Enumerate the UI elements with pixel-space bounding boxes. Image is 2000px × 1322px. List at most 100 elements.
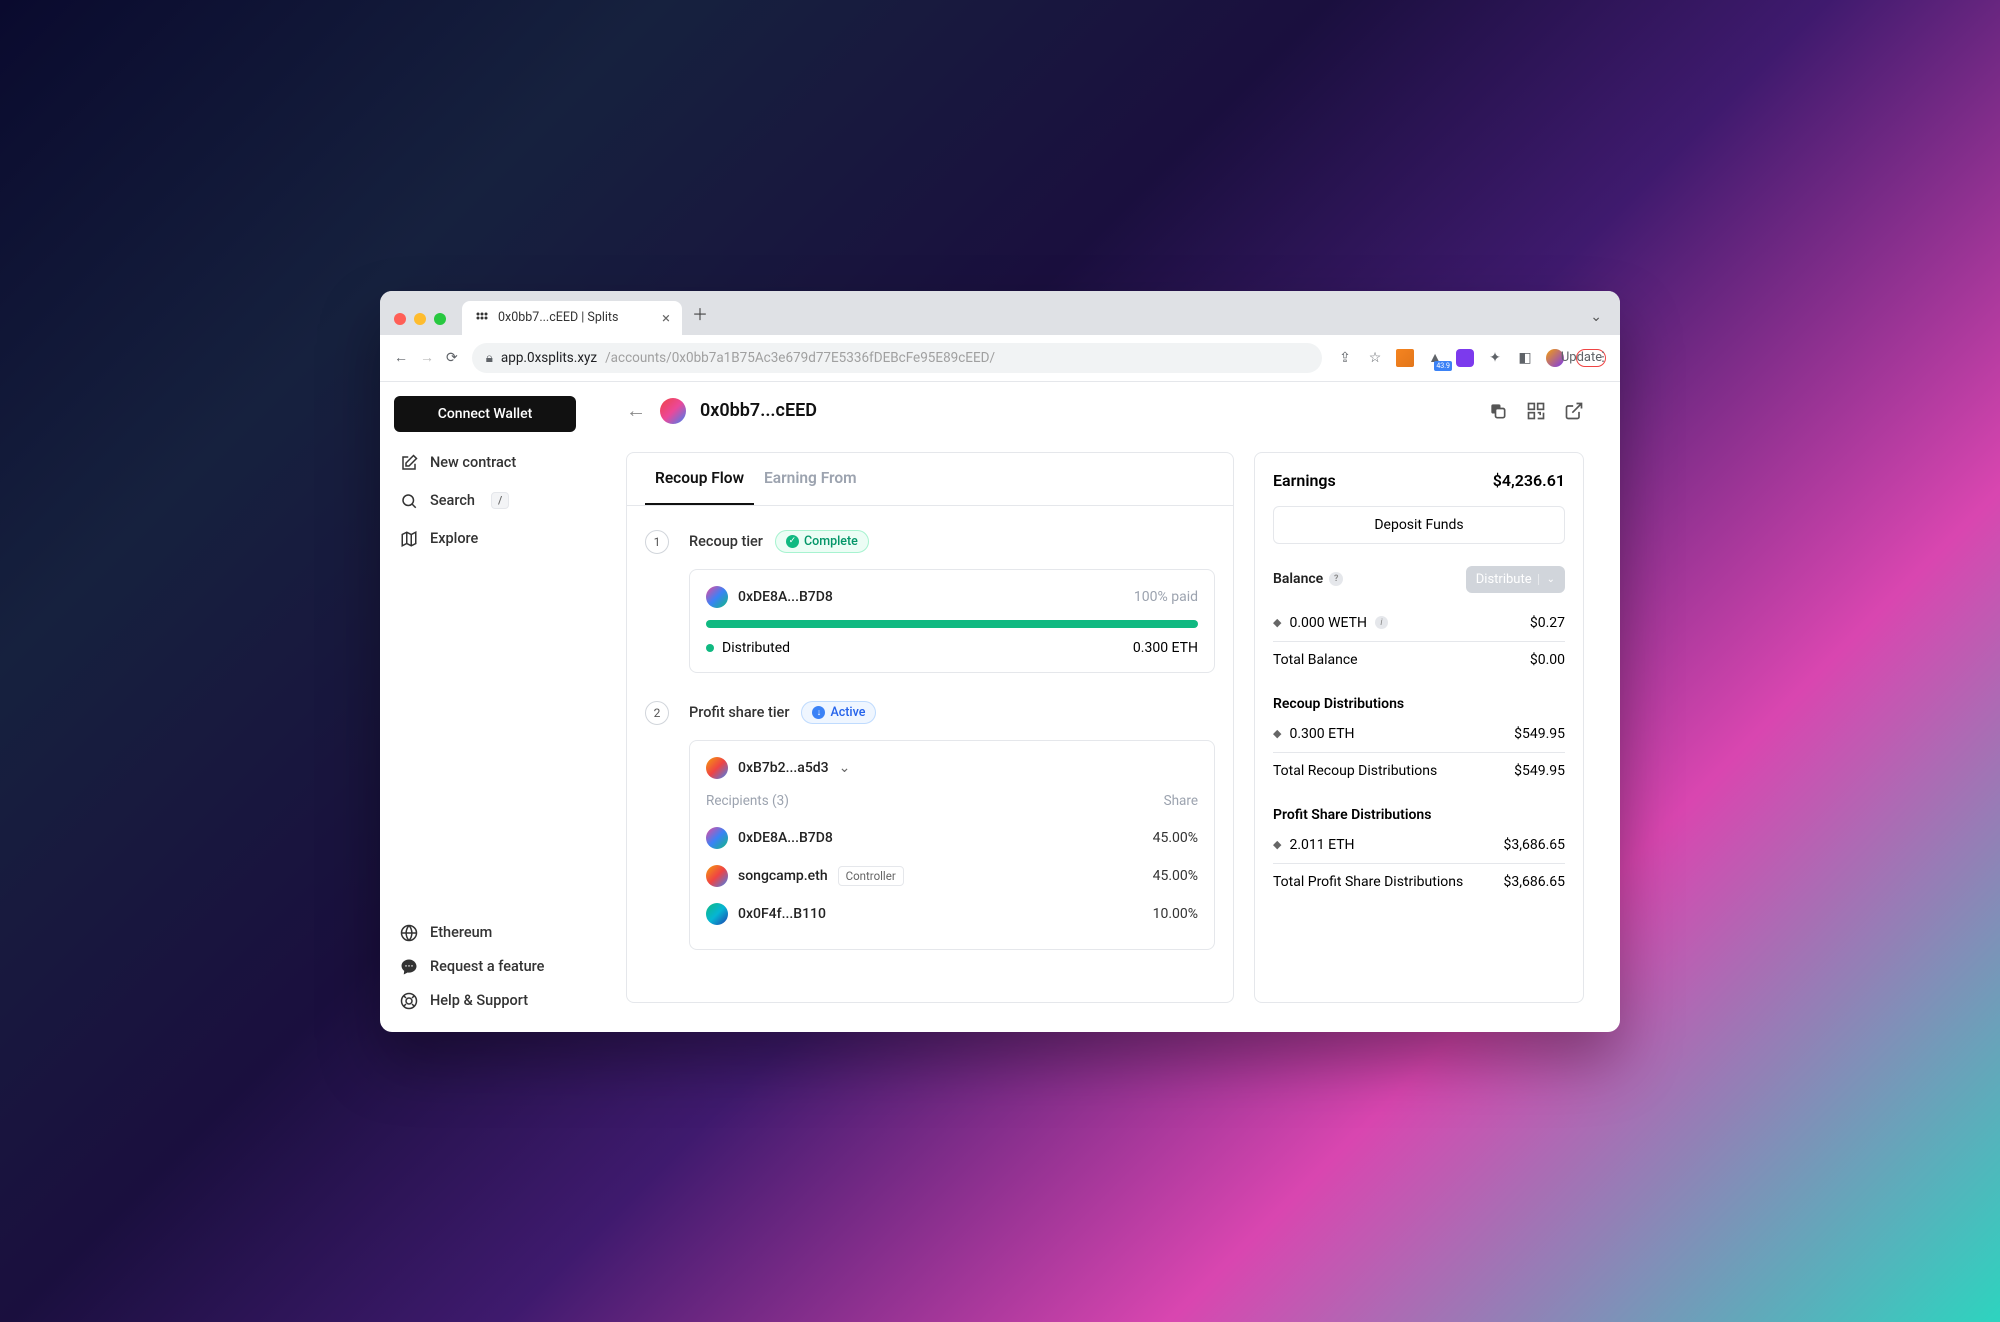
recoup-distributions-title: Recoup Distributions: [1273, 696, 1565, 712]
recoup-eth-row: ◆0.300 ETH $549.95: [1273, 716, 1565, 753]
new-tab-button[interactable]: ＋: [692, 301, 708, 335]
extension-icons: ⇪ ☆ ▲ ✦ ◧ Update ⋮: [1336, 349, 1606, 367]
close-tab-icon[interactable]: ×: [662, 309, 670, 327]
controller-badge: Controller: [838, 866, 904, 886]
share-label: Share: [1164, 793, 1198, 809]
panel-icon[interactable]: ◧: [1516, 349, 1534, 367]
eth-icon: ◆: [1273, 838, 1281, 851]
distribute-button[interactable]: Distribute ⌄: [1466, 566, 1565, 593]
balance-row: ◆0.000 WETHi $0.27: [1273, 605, 1565, 642]
nav-controls: ← → ⟳: [394, 349, 458, 366]
tier-number: 2: [645, 701, 669, 725]
window-controls: [394, 313, 452, 335]
tier-card: 0xB7b2...a5d3 ⌄ Recipients (3) Share: [689, 740, 1215, 950]
earnings-title: Earnings: [1273, 471, 1336, 490]
address-bar[interactable]: 🔒︎ app.0xsplits.xyz/accounts/0x0bb7a1B75…: [472, 343, 1322, 373]
address-avatar-icon: [706, 757, 728, 779]
info-icon[interactable]: i: [1375, 616, 1388, 629]
recipient-row[interactable]: 0xDE8A...B7D8 45.00%: [706, 819, 1198, 857]
flow-card: Recoup Flow Earning From 1 Recoup tier C…: [626, 452, 1234, 1003]
minimize-icon[interactable]: [414, 313, 426, 325]
edit-icon: [400, 454, 418, 472]
content-grid: Recoup Flow Earning From 1 Recoup tier C…: [626, 452, 1584, 1003]
distributed-label: Distributed: [706, 640, 790, 656]
profit-share-distributions-title: Profit Share Distributions: [1273, 807, 1565, 823]
bookmark-icon[interactable]: ☆: [1366, 349, 1384, 367]
tier2-address[interactable]: 0xB7b2...a5d3: [738, 760, 829, 776]
sidebar-item-network[interactable]: Ethereum: [394, 916, 576, 950]
browser-window: 0x0bb7...cEED | Splits × ＋ ⌄ ← → ⟳ 🔒︎ ap…: [380, 291, 1620, 1032]
distributed-amount: 0.300 ETH: [1133, 640, 1198, 656]
qr-icon[interactable]: [1526, 401, 1546, 421]
share-icon[interactable]: ⇪: [1336, 349, 1354, 367]
reload-button[interactable]: ⟳: [446, 350, 458, 366]
maximize-icon[interactable]: [434, 313, 446, 325]
more-icon[interactable]: ⋮: [1597, 349, 1610, 367]
update-button[interactable]: Update ⋮: [1576, 349, 1606, 367]
tab-earning-from[interactable]: Earning From: [754, 453, 867, 505]
ps-total-row: Total Profit Share Distributions $3,686.…: [1273, 864, 1565, 900]
sidebar-item-explore[interactable]: Explore: [394, 522, 576, 556]
copy-icon[interactable]: [1488, 401, 1508, 421]
tier-title: Profit share tier: [689, 704, 789, 721]
browser-toolbar: ← → ⟳ 🔒︎ app.0xsplits.xyz/accounts/0x0bb…: [380, 335, 1620, 382]
help-icon: [400, 992, 418, 1010]
progress-bar: [706, 620, 1198, 628]
map-icon: [400, 530, 418, 548]
timeline: 1 Recoup tier Complete: [627, 506, 1233, 1002]
deposit-funds-button[interactable]: Deposit Funds: [1273, 506, 1565, 544]
tabs-overflow-icon[interactable]: ⌄: [1590, 309, 1606, 335]
globe-icon: [400, 924, 418, 942]
address-avatar-icon: [706, 903, 728, 925]
sidebar-item-new-contract[interactable]: New contract: [394, 446, 576, 480]
forward-button[interactable]: →: [420, 349, 434, 366]
url-host: app.0xsplits.xyz: [501, 350, 597, 366]
close-icon[interactable]: [394, 313, 406, 325]
balance-label: Balance ?: [1273, 571, 1343, 587]
browser-tab-strip: 0x0bb7...cEED | Splits × ＋ ⌄: [380, 291, 1620, 335]
account-avatar-icon: [660, 398, 686, 424]
browser-tab[interactable]: 0x0bb7...cEED | Splits ×: [462, 301, 682, 335]
header-actions: [1488, 401, 1584, 421]
chat-icon: [400, 958, 418, 976]
paid-percent: 100% paid: [1134, 589, 1198, 605]
back-icon[interactable]: ←: [626, 398, 646, 423]
recipients-label: Recipients (3): [706, 793, 789, 809]
chevron-down-icon[interactable]: ⌄: [839, 760, 851, 776]
address-avatar-icon: [706, 827, 728, 849]
earnings-card: Earnings $4,236.61 Deposit Funds Balance…: [1254, 452, 1584, 1003]
lock-icon: 🔒︎: [486, 350, 493, 366]
total-balance-row: Total Balance $0.00: [1273, 642, 1565, 678]
tier-number: 1: [645, 530, 669, 554]
chevron-down-icon[interactable]: ⌄: [1538, 574, 1555, 585]
back-button[interactable]: ←: [394, 349, 408, 366]
tier-card: 0xDE8A...B7D8 100% paid Distributed 0.30…: [689, 569, 1215, 673]
tier-2: 2 Profit share tier Active 0xB7b2...a5: [645, 701, 1215, 950]
status-badge-complete: Complete: [775, 530, 869, 553]
metamask-icon[interactable]: [1396, 349, 1414, 367]
sidebar-item-request-feature[interactable]: Request a feature: [394, 950, 576, 984]
extensions-icon[interactable]: ✦: [1486, 349, 1504, 367]
recipient-row[interactable]: songcamp.eth Controller 45.00%: [706, 857, 1198, 895]
sidebar-item-search[interactable]: Search /: [394, 484, 576, 518]
recipient-row[interactable]: 0x0F4f...B110 10.00%: [706, 895, 1198, 933]
help-icon[interactable]: ?: [1329, 572, 1343, 586]
tier-1: 1 Recoup tier Complete: [645, 530, 1215, 673]
extension-icon[interactable]: [1456, 349, 1474, 367]
page-header: ← 0x0bb7...cEED: [626, 398, 1584, 424]
extension-badge-icon[interactable]: ▲: [1426, 349, 1444, 367]
recoup-total-row: Total Recoup Distributions $549.95: [1273, 753, 1565, 789]
main-content: ← 0x0bb7...cEED Recoup Flow Earning From: [590, 382, 1620, 1032]
tab-title: 0x0bb7...cEED | Splits: [498, 310, 618, 325]
eth-icon: ◆: [1273, 616, 1281, 629]
app: Connect Wallet New contract Search / Exp…: [380, 382, 1620, 1032]
tabs: Recoup Flow Earning From: [627, 453, 1233, 506]
tier1-address[interactable]: 0xDE8A...B7D8: [738, 589, 833, 605]
url-path: /accounts/0x0bb7a1B75Ac3e679d77E5336fDEB…: [605, 350, 995, 366]
connect-wallet-button[interactable]: Connect Wallet: [394, 396, 576, 432]
sidebar: Connect Wallet New contract Search / Exp…: [380, 382, 590, 1032]
tab-recoup-flow[interactable]: Recoup Flow: [645, 453, 754, 505]
search-shortcut: /: [491, 492, 509, 509]
external-link-icon[interactable]: [1564, 401, 1584, 421]
sidebar-item-help[interactable]: Help & Support: [394, 984, 576, 1018]
